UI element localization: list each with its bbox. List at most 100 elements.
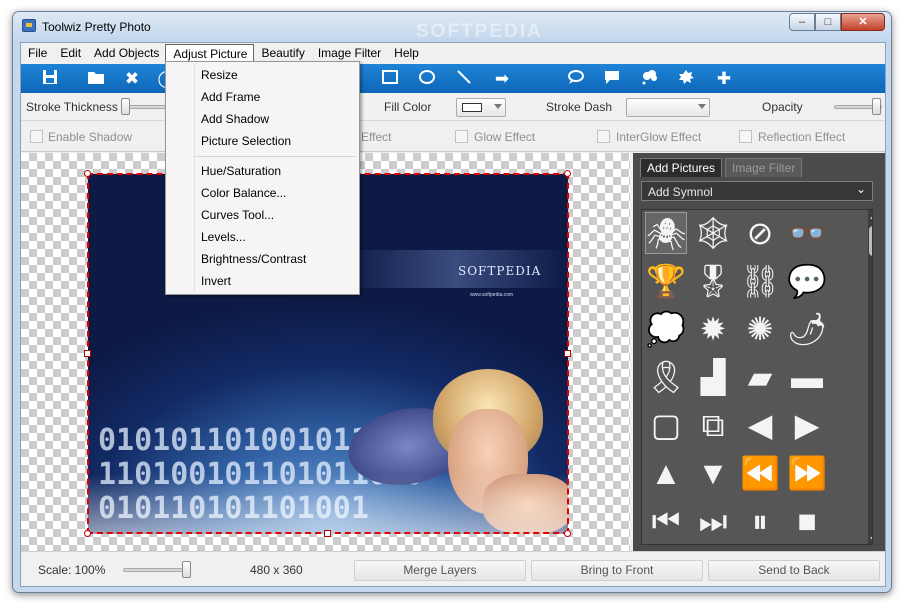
puzzle-icon[interactable]: ✚ (713, 69, 735, 89)
triangle-right-icon[interactable]: ▶ (786, 404, 828, 446)
menu-gutter (194, 64, 195, 292)
callout-icon[interactable] (601, 69, 623, 89)
scale-thumb[interactable] (182, 561, 191, 578)
client-area: File Edit Add Objects Adjust Picture Bea… (20, 42, 886, 587)
line-icon[interactable] (453, 69, 475, 89)
sunglasses-icon[interactable]: 👓 (786, 212, 828, 254)
scroll-down-icon[interactable] (870, 537, 872, 541)
open-folder-icon[interactable] (85, 69, 107, 89)
menu-file[interactable]: File (21, 43, 53, 64)
symbol-category-value: Add Symnol (648, 185, 713, 199)
tab-image-filter[interactable]: Image Filter (725, 158, 803, 177)
parallelogram-icon[interactable]: ▰ (739, 356, 781, 398)
opacity-thumb[interactable] (872, 98, 881, 115)
ribbon-icon[interactable]: 🎗 (645, 356, 687, 398)
symbol-grid: 🕷 🕸 ⊘ 👓 🏆 🎖 ⛓ 💬 💭 ✹ ✺ 🌶 🎗 ▟ ▰ ▬ ▢ ⧉ ◀ ▶ (641, 209, 873, 545)
fill-color-picker[interactable] (456, 98, 506, 117)
resize-handle-top-right[interactable] (564, 170, 571, 177)
arrow-icon[interactable]: ➡ (491, 69, 513, 89)
double-left-icon[interactable]: ⏪ (739, 452, 781, 494)
menu-item-add-frame[interactable]: Add Frame (201, 90, 260, 104)
reflection-effect-checkbox[interactable] (739, 130, 752, 143)
chain-icon[interactable]: ⛓ (739, 260, 781, 302)
interglow-effect-checkbox[interactable] (597, 130, 610, 143)
menu-help[interactable]: Help (387, 43, 425, 64)
minimize-button[interactable]: – (789, 13, 815, 31)
square-icon[interactable]: ■ (786, 500, 828, 542)
maximize-button[interactable]: □ (815, 13, 841, 31)
menu-item-color-balance[interactable]: Color Balance... (201, 186, 286, 200)
burst-icon[interactable]: ✹ (692, 308, 734, 350)
rectangle-icon[interactable] (379, 69, 401, 89)
menu-item-curves-tool[interactable]: Curves Tool... (201, 208, 274, 222)
photo-foreground (88, 474, 568, 534)
bar-icon[interactable]: ▬ (786, 356, 828, 398)
circle-icon[interactable] (416, 69, 438, 89)
send-to-back-button[interactable]: Send to Back (708, 560, 880, 581)
image-dimensions: 480 x 360 (250, 563, 303, 577)
menu-item-resize[interactable]: Resize (201, 68, 238, 82)
menu-item-levels[interactable]: Levels... (201, 230, 246, 244)
scroll-up-icon[interactable] (870, 215, 872, 219)
double-right-icon[interactable]: ⏩ (786, 452, 828, 494)
symbol-scrollbar[interactable] (868, 210, 872, 544)
save-icon[interactable] (39, 69, 61, 89)
resize-handle-left[interactable] (84, 350, 91, 357)
cloud-bubble-icon[interactable] (639, 69, 661, 89)
resize-handle-top-left[interactable] (84, 170, 91, 177)
menu-item-brightness-contrast[interactable]: Brightness/Contrast (201, 252, 306, 266)
merge-layers-button[interactable]: Merge Layers (354, 560, 526, 581)
burst-bubble-icon[interactable] (675, 69, 697, 89)
skip-back-icon[interactable]: ⏮ (645, 500, 687, 542)
triangle-left-icon[interactable]: ◀ (739, 404, 781, 446)
menu-item-add-shadow[interactable]: Add Shadow (201, 112, 269, 126)
menu-edit[interactable]: Edit (53, 43, 87, 64)
menu-item-invert[interactable]: Invert (201, 274, 231, 288)
menu-item-picture-selection[interactable]: Picture Selection (201, 134, 291, 148)
ellipse-bubble-icon[interactable]: 💭 (645, 308, 687, 350)
photo-url: www.softpedia.com (470, 292, 514, 298)
bring-to-front-button[interactable]: Bring to Front (531, 560, 703, 581)
frame-icon[interactable]: ▢ (645, 404, 687, 446)
resize-handle-right[interactable] (564, 350, 571, 357)
close-button[interactable]: ✕ (841, 13, 885, 31)
double-frame-icon[interactable]: ⧉ (692, 404, 734, 446)
glow-effect-checkbox[interactable] (455, 130, 468, 143)
medal-icon[interactable]: 🎖 (692, 260, 734, 302)
spider-icon[interactable]: 🕷 (645, 212, 687, 254)
speech-bubble-icon[interactable] (565, 69, 587, 89)
menu-item-hue-saturation[interactable]: Hue/Saturation (201, 164, 281, 178)
resize-handle-bottom-right[interactable] (564, 530, 571, 537)
stairs-icon[interactable]: ▟ (692, 356, 734, 398)
pause-icon[interactable]: ⏸ (739, 500, 781, 542)
app-icon (22, 19, 36, 32)
symbol-category-select[interactable]: Add Symnol ⌄ (641, 181, 873, 201)
chili-icon[interactable]: 🌶 (786, 308, 828, 350)
speech-bubble-icon[interactable]: 💬 (786, 260, 828, 302)
panel-tabs: Add Pictures Image Filter (640, 158, 805, 177)
stroke-thickness-thumb[interactable] (121, 98, 130, 115)
no-drink-icon[interactable]: ⊘ (739, 212, 781, 254)
skip-forward-icon[interactable]: ⏭ (692, 500, 734, 542)
resize-handle-bottom[interactable] (324, 530, 331, 537)
resize-handle-bottom-left[interactable] (84, 530, 91, 537)
trophy-icon[interactable]: 🏆 (645, 260, 687, 302)
title-bar[interactable]: Toolwiz Pretty Photo SOFTPEDIA – □ ✕ (13, 12, 891, 42)
enable-shadow-checkbox[interactable] (30, 130, 43, 143)
delete-icon[interactable]: ✖ (121, 69, 143, 89)
window-title: Toolwiz Pretty Photo (42, 20, 151, 34)
triangle-up-icon[interactable]: ▲ (645, 452, 687, 494)
interglow-effect-label: InterGlow Effect (616, 130, 702, 144)
status-bar: Scale: 100% 480 x 360 Merge Layers Bring… (21, 551, 885, 586)
explosion-icon[interactable]: ✺ (739, 308, 781, 350)
stroke-dash-select[interactable] (626, 98, 710, 117)
color-swatch (462, 103, 482, 112)
toolbar: ✖ ◯ ➡ ✚ SOFTPEDIA (21, 64, 885, 138)
scale-slider[interactable] (123, 568, 191, 572)
glow-effect-label: Glow Effect (474, 130, 536, 144)
tab-add-pictures[interactable]: Add Pictures (640, 158, 723, 177)
menu-add-objects[interactable]: Add Objects (87, 43, 165, 64)
scroll-thumb[interactable] (869, 226, 872, 256)
triangle-down-icon[interactable]: ▼ (692, 452, 734, 494)
web-icon[interactable]: 🕸 (692, 212, 734, 254)
